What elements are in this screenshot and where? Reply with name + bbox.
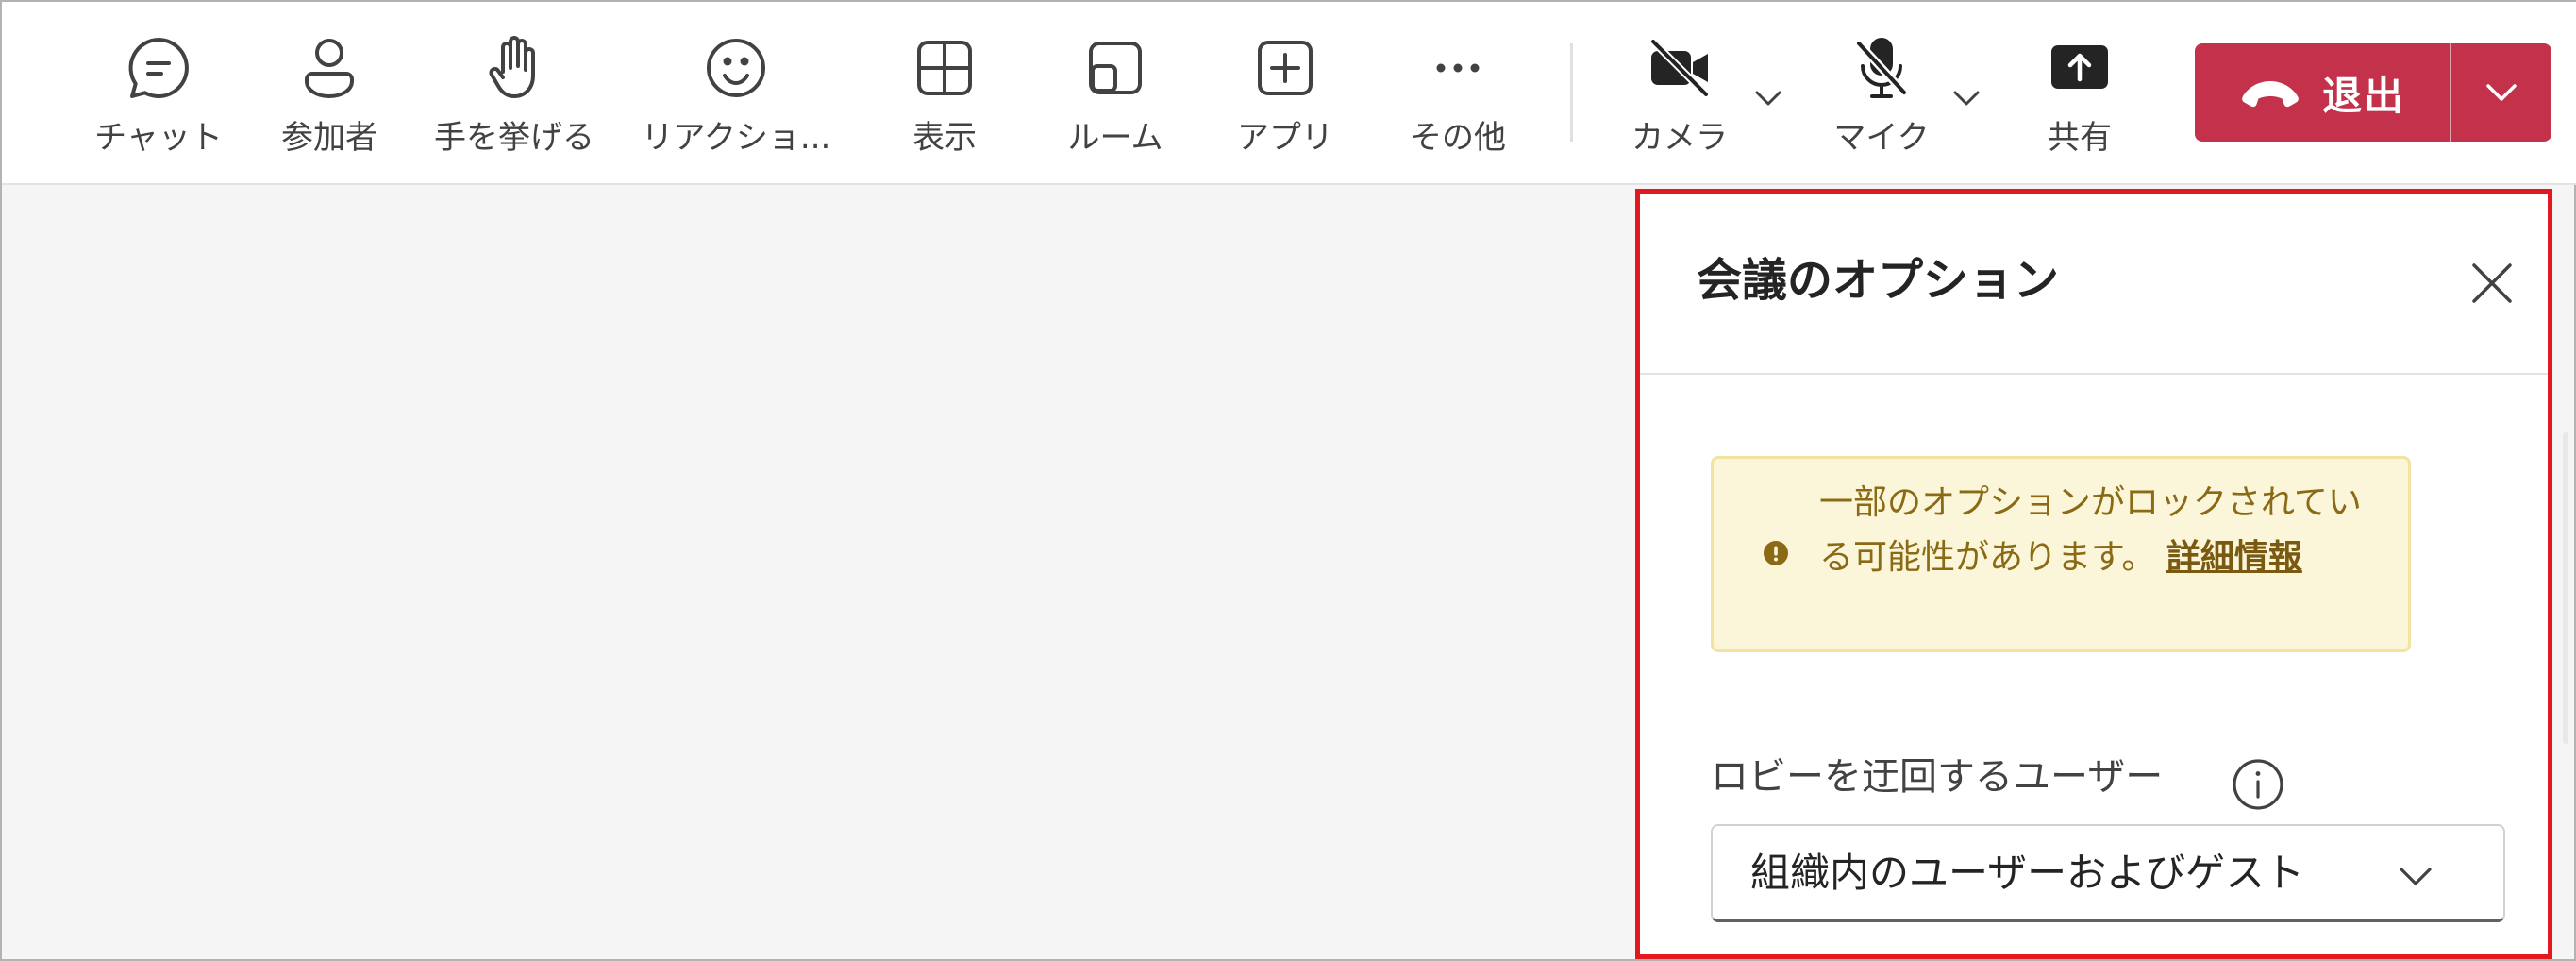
raise-hand-button[interactable]: 手を挙げる (427, 34, 602, 166)
panel-title: 会議のオプション (1697, 254, 2060, 307)
chevron-down-icon (2394, 854, 2437, 898)
apps-button[interactable]: アプリ (1230, 34, 1340, 166)
camera-off-icon (1646, 34, 1714, 102)
hang-up-icon (2239, 74, 2301, 111)
chat-icon (125, 34, 192, 102)
meeting-window: チャット 参加者 手を挙げる リアクショ... 表示 ルーム アプリ その他 カ… (0, 0, 2576, 961)
participants-button[interactable]: 参加者 (269, 34, 390, 166)
view-label: 表示 (912, 119, 977, 157)
leave-options-chevron-icon[interactable] (2451, 43, 2551, 142)
rooms-icon (1081, 34, 1149, 102)
raise-hand-icon (480, 34, 548, 102)
more-button[interactable]: その他 (1397, 34, 1519, 166)
grid-view-icon (911, 34, 979, 102)
reactions-button[interactable]: リアクショ... (628, 34, 844, 166)
meeting-options-panel: 会議のオプション 一部のオプションがロックされている可能性があります。 詳細情報… (1635, 189, 2552, 959)
view-button[interactable]: 表示 (893, 34, 996, 166)
mic-button[interactable]: マイク (1823, 34, 1940, 166)
close-icon[interactable] (2470, 261, 2514, 305)
mic-options-chevron-icon[interactable] (1948, 79, 1985, 117)
leave-button-group: 退出 (2195, 43, 2551, 142)
scrollbar[interactable] (2563, 432, 2568, 744)
learn-more-link[interactable]: 詳細情報 (2166, 538, 2302, 577)
people-icon (295, 34, 363, 102)
raise-hand-label: 手を挙げる (434, 119, 594, 157)
chat-button[interactable]: チャット (85, 34, 232, 166)
rooms-label: ルーム (1067, 119, 1163, 157)
leave-button[interactable]: 退出 (2195, 43, 2450, 142)
notice-message: 一部のオプションがロックされている可能性があります。 詳細情報 (1819, 476, 2376, 585)
share-screen-icon (2046, 34, 2114, 102)
leave-label: 退出 (2321, 72, 2405, 119)
apps-label: アプリ (1237, 119, 1333, 157)
reactions-label: リアクショ... (641, 119, 831, 157)
mic-off-icon (1848, 34, 1915, 102)
warning-icon (1763, 540, 1789, 566)
meeting-toolbar: チャット 参加者 手を挙げる リアクショ... 表示 ルーム アプリ その他 カ… (2, 2, 2576, 185)
more-label: その他 (1410, 119, 1506, 157)
lobby-bypass-label: ロビーを迂回するユーザー (1711, 755, 2164, 799)
panel-header: 会議のオプション (1640, 194, 2548, 375)
participants-label: 参加者 (281, 119, 377, 157)
camera-button[interactable]: カメラ (1621, 34, 1738, 166)
chat-label: チャット (94, 119, 223, 157)
locked-options-notice: 一部のオプションがロックされている可能性があります。 詳細情報 (1711, 456, 2411, 652)
lobby-bypass-selected-value: 組織内のユーザーおよびゲスト (1750, 850, 2305, 896)
mic-label: マイク (1833, 119, 1930, 157)
camera-options-chevron-icon[interactable] (1749, 79, 1787, 117)
share-button[interactable]: 共有 (2036, 34, 2123, 166)
lobby-bypass-dropdown[interactable]: 組織内のユーザーおよびゲスト (1711, 824, 2505, 922)
info-icon[interactable] (2232, 758, 2284, 811)
emoji-icon (702, 34, 770, 102)
add-app-icon (1251, 34, 1319, 102)
toolbar-divider (1570, 43, 1573, 142)
share-label: 共有 (2048, 119, 2112, 157)
camera-label: カメラ (1631, 119, 1728, 157)
rooms-button[interactable]: ルーム (1057, 34, 1174, 166)
more-icon (1424, 34, 1492, 102)
